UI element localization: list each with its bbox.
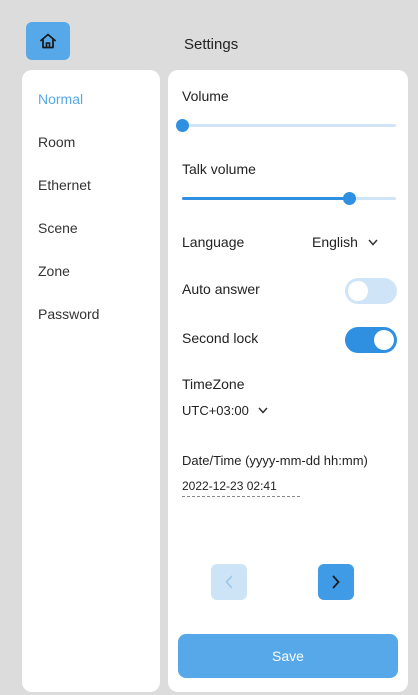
toggle-knob	[348, 281, 368, 301]
datetime-input[interactable]: 2022-12-23 02:41	[182, 479, 300, 497]
timezone-value: UTC+03:00	[182, 403, 249, 418]
toggle-knob	[374, 330, 394, 350]
sidebar: Normal Room Ethernet Scene Zone Password	[22, 70, 160, 692]
volume-slider[interactable]	[176, 118, 396, 132]
talk-volume-label: Talk volume	[182, 161, 256, 177]
next-page-button[interactable]	[318, 564, 354, 600]
volume-label: Volume	[182, 88, 229, 104]
sidebar-item-scene[interactable]: Scene	[22, 217, 160, 260]
settings-screen: Settings Normal Room Ethernet Scene Zone…	[0, 0, 418, 695]
sidebar-item-normal[interactable]: Normal	[22, 88, 160, 131]
settings-panel: Volume Talk volume Language English Auto…	[168, 70, 408, 692]
timezone-select[interactable]: UTC+03:00	[182, 403, 268, 418]
sidebar-item-room[interactable]: Room	[22, 131, 160, 174]
home-icon	[40, 33, 56, 49]
volume-slider-track	[182, 124, 396, 127]
prev-page-button[interactable]	[211, 564, 247, 600]
sidebar-item-zone[interactable]: Zone	[22, 260, 160, 303]
chevron-down-icon	[258, 407, 268, 414]
auto-answer-label: Auto answer	[182, 281, 260, 297]
talk-volume-slider[interactable]	[182, 191, 396, 205]
second-lock-toggle[interactable]	[345, 327, 397, 353]
auto-answer-toggle[interactable]	[345, 278, 397, 304]
language-value: English	[312, 234, 358, 250]
talk-volume-slider-fill	[182, 197, 349, 200]
volume-slider-thumb[interactable]	[176, 119, 189, 132]
chevron-left-icon	[225, 575, 233, 589]
sidebar-item-ethernet[interactable]: Ethernet	[22, 174, 160, 217]
talk-volume-slider-thumb[interactable]	[342, 192, 356, 205]
language-label: Language	[182, 234, 245, 250]
datetime-label: Date/Time (yyyy-mm-dd hh:mm)	[182, 453, 368, 468]
sidebar-item-password[interactable]: Password	[22, 303, 160, 346]
second-lock-label: Second lock	[182, 330, 259, 346]
timezone-label: TimeZone	[182, 376, 245, 392]
chevron-right-icon	[332, 575, 340, 589]
save-button[interactable]: Save	[178, 634, 398, 678]
language-select[interactable]: English	[312, 234, 378, 250]
home-button[interactable]	[26, 22, 70, 60]
page-title: Settings	[184, 36, 239, 53]
chevron-down-icon	[368, 239, 378, 246]
